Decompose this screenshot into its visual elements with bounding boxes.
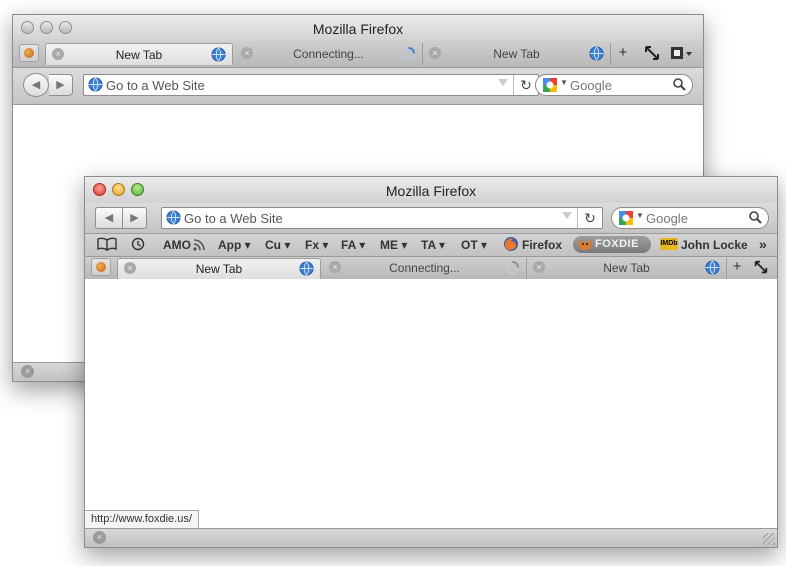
expand-icon[interactable] <box>753 259 769 275</box>
chevron-down-icon[interactable]: ▼ <box>636 211 644 220</box>
status-stop-icon: × <box>93 531 106 544</box>
bookmark-folder-ta[interactable]: TA ▾ <box>421 238 445 252</box>
firefox-logo-icon <box>504 237 518 251</box>
loading-spinner-icon <box>505 260 520 275</box>
url-bar[interactable]: Go to a Web Site ↻ <box>83 74 539 96</box>
search-bar[interactable]: ▼ Google <box>611 207 769 229</box>
fox-icon <box>579 239 591 250</box>
tab-label: Connecting... <box>389 261 460 275</box>
link-hover-status: http://www.foxdie.us/ <box>85 510 199 528</box>
loading-spinner-icon <box>401 46 416 61</box>
back-forward-buttons: ◀ ▶ <box>23 73 73 97</box>
tab-new-tab-2[interactable]: × New Tab <box>527 258 727 279</box>
tab-label: New Tab <box>115 48 163 62</box>
bookmark-folder-app[interactable]: App ▾ <box>218 238 251 252</box>
globe-icon <box>211 47 226 62</box>
search-placeholder: Google <box>646 211 688 226</box>
back-navigation-toolbar: ◀ ▶ Go to a Web Site ↻ ▼ Google <box>13 68 703 105</box>
tab-new-tab[interactable]: × New Tab <box>45 43 233 65</box>
imdb-icon: IMDb <box>660 238 678 250</box>
bookmark-folder-fa[interactable]: FA ▾ <box>341 238 365 252</box>
rss-feed-icon <box>193 239 205 251</box>
back-forward-buttons: ◀ ▶ <box>95 207 147 229</box>
window-title: Mozilla Firefox <box>312 21 404 37</box>
new-tab-button[interactable]: + <box>727 258 747 276</box>
globe-icon <box>299 261 314 276</box>
bookmark-firefox[interactable]: Firefox <box>522 238 562 252</box>
tab-new-tab[interactable]: × New Tab <box>117 258 321 279</box>
globe-icon <box>166 210 181 225</box>
globe-icon <box>589 46 604 61</box>
book-icon[interactable] <box>97 237 117 251</box>
bookmark-john-locke[interactable]: John Locke <box>681 238 748 252</box>
globe-icon <box>88 77 103 92</box>
tab-connecting[interactable]: × Connecting... <box>323 258 527 279</box>
fox-icon[interactable] <box>91 258 111 276</box>
bookmark-folder-me[interactable]: ME ▾ <box>380 238 407 252</box>
tab-label: New Tab <box>603 261 650 275</box>
front-window-titlebar[interactable]: Mozilla Firefox <box>85 177 777 203</box>
bookmarks-overflow-chevron[interactable]: » <box>759 236 767 252</box>
globe-icon <box>705 260 720 275</box>
forward-button[interactable]: ▶ <box>49 74 73 96</box>
reload-icon[interactable]: ↻ <box>577 208 602 228</box>
tab-connecting[interactable]: × Connecting... <box>235 43 423 65</box>
back-button[interactable]: ◀ <box>95 207 123 229</box>
bookmark-foxdie-label: FOXDIE <box>595 238 639 250</box>
url-history-dropdown-icon[interactable] <box>498 79 508 86</box>
window-title: Mozilla Firefox <box>385 183 477 199</box>
url-placeholder: Go to a Web Site <box>106 78 205 93</box>
front-page-content[interactable] <box>85 279 777 528</box>
google-icon[interactable] <box>618 210 634 226</box>
tab-label: Connecting... <box>293 47 364 61</box>
forward-button[interactable]: ▶ <box>123 207 147 229</box>
front-tab-strip: × New Tab × Connecting... × New Tab + <box>85 257 777 280</box>
search-placeholder: Google <box>570 78 612 93</box>
back-window-titlebar[interactable]: Mozilla Firefox <box>13 15 703 41</box>
fox-icon[interactable] <box>19 44 39 62</box>
tab-label: New Tab <box>195 262 243 276</box>
chevron-down-icon[interactable]: ▼ <box>560 78 568 87</box>
expand-icon[interactable] <box>643 44 661 62</box>
bookmark-folder-ot[interactable]: OT ▾ <box>461 238 487 252</box>
url-bar[interactable]: Go to a Web Site ↻ <box>161 207 603 229</box>
bookmark-foxdie[interactable]: FOXDIE <box>573 236 651 253</box>
resize-grip-icon[interactable] <box>763 533 775 545</box>
front-navigation-toolbar: ◀ ▶ Go to a Web Site ↻ ▼ Google <box>85 203 777 234</box>
bookmark-amo[interactable]: AMO <box>163 238 191 252</box>
tab-new-tab-2[interactable]: × New Tab <box>423 43 611 65</box>
url-placeholder: Go to a Web Site <box>184 211 283 226</box>
search-icon[interactable] <box>748 210 762 224</box>
google-icon[interactable] <box>542 77 558 93</box>
status-stop-icon: × <box>21 365 34 378</box>
search-icon[interactable] <box>672 77 686 91</box>
history-clock-icon[interactable] <box>131 237 145 251</box>
tab-label: New Tab <box>493 47 540 61</box>
new-tab-button[interactable]: + <box>613 44 633 62</box>
back-tab-strip: × New Tab × Connecting... × New Tab + <box>13 41 703 68</box>
bookmark-folder-fx[interactable]: Fx ▾ <box>305 238 328 252</box>
front-browser-window: Mozilla Firefox ◀ ▶ Go to a Web Site ↻ ▼… <box>84 176 778 548</box>
search-bar[interactable]: ▼ Google <box>535 74 693 96</box>
tab-list-icon[interactable] <box>669 44 695 62</box>
front-status-bar: × <box>85 528 777 547</box>
bookmark-folder-cu[interactable]: Cu ▾ <box>265 238 290 252</box>
back-button[interactable]: ◀ <box>23 73 49 97</box>
url-history-dropdown-icon[interactable] <box>562 212 572 219</box>
bookmarks-toolbar: AMO App ▾ Cu ▾ Fx ▾ FA ▾ ME ▾ TA ▾ OT ▾ … <box>85 234 777 257</box>
